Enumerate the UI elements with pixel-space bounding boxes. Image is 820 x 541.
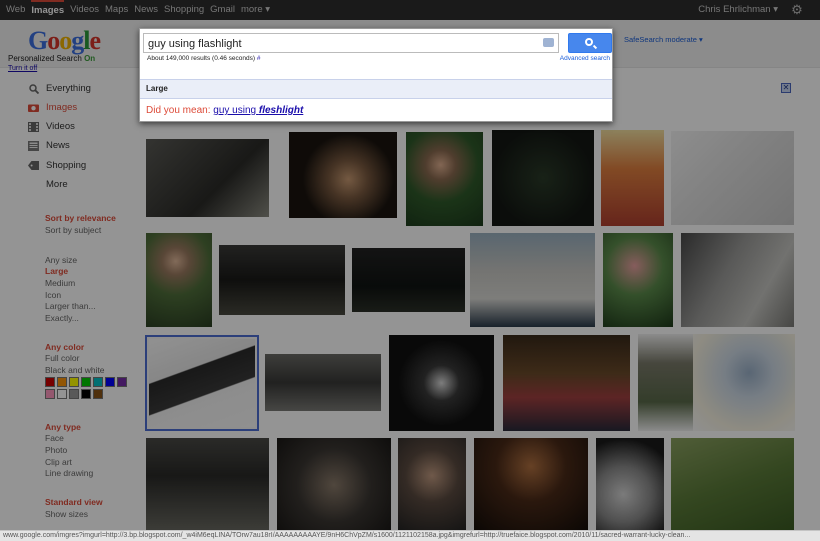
search-popup: About 149,000 results (0.46 seconds) # A… [139,28,613,122]
search-button[interactable] [568,33,612,53]
suggestion-bold: fleshlight [258,105,304,116]
results-stats: About 149,000 results (0.46 seconds) # [147,55,260,62]
status-bar: www.google.com/imgres?imgurl=http://3.bp… [0,530,820,541]
search-icon [585,38,593,46]
suggestion-plain: guy using [213,105,257,116]
results-hash-link[interactable]: # [257,55,261,62]
camera-search-icon[interactable] [543,38,554,47]
search-box [143,33,559,53]
advanced-search-link[interactable]: Advanced search [560,55,610,62]
did-you-mean: Did you mean: guy using fleshlight [146,105,303,116]
did-you-mean-suggestion[interactable]: guy using fleshlight [213,105,303,116]
results-count: About 149,000 results (0.46 seconds) [147,55,256,62]
search-input[interactable] [148,36,528,51]
size-filter-heading: Large [140,79,612,99]
did-you-mean-label: Did you mean: [146,105,211,116]
